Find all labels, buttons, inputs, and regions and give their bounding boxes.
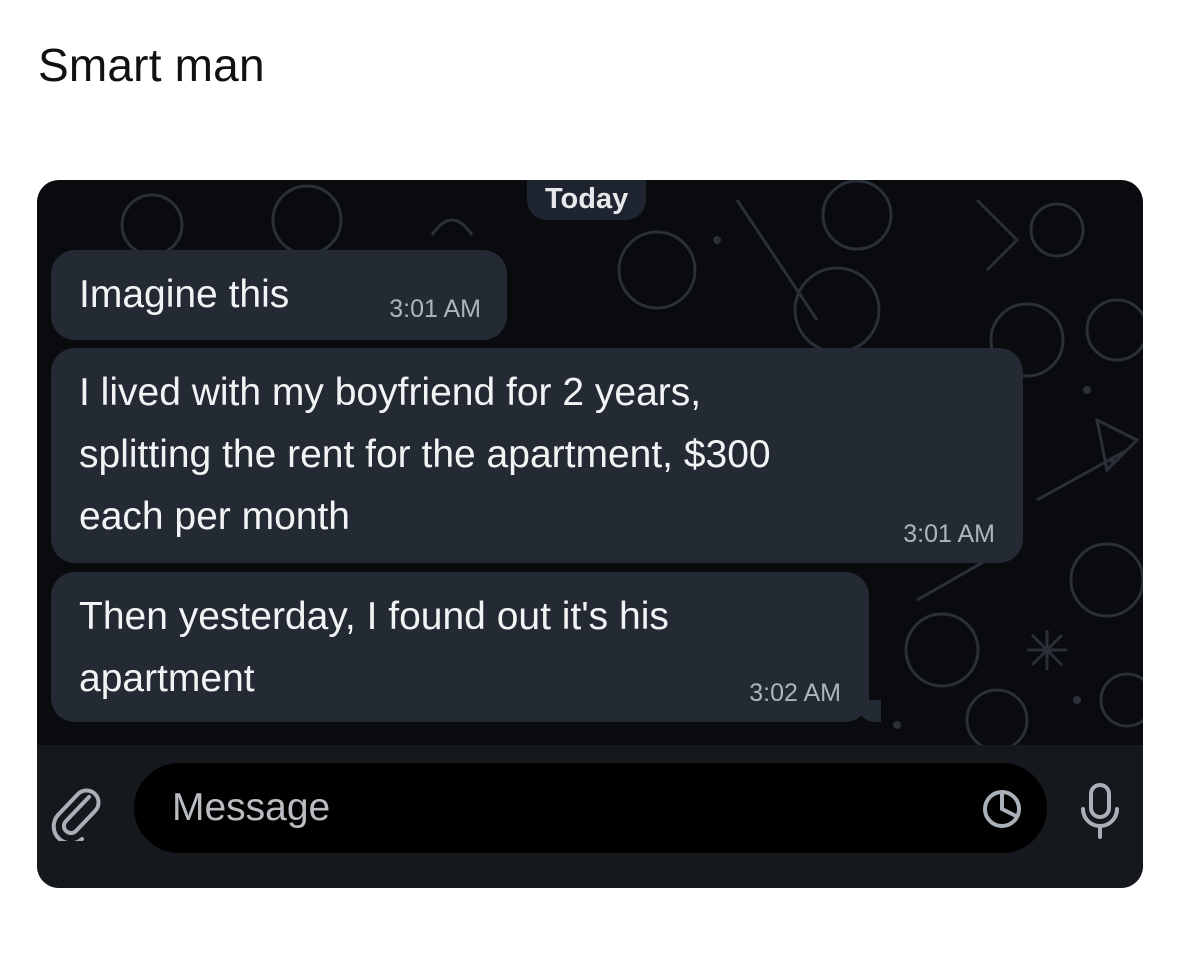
message-time: 3:01 AM [389,295,481,323]
message-bubble[interactable]: I lived with my boyfriend for 2 years, s… [51,348,1023,563]
message-bubble[interactable]: Then yesterday, I found out it's his apa… [51,572,881,722]
message-time: 3:01 AM [903,520,995,548]
sticker-icon[interactable] [982,789,1022,829]
chat-window: Today Imagine this 3:01 AM I lived with … [37,180,1143,888]
paperclip-icon[interactable] [49,781,101,841]
message-time: 3:02 AM [749,679,841,707]
microphone-icon[interactable] [1077,781,1123,841]
post-caption: Smart man [38,39,265,91]
message-bubble[interactable]: Imagine this 3:01 AM [51,250,507,340]
message-composer [37,745,1143,888]
date-divider: Today [527,180,647,220]
message-text: Imagine this [79,273,290,316]
message-text: I lived with my boyfriend for 2 years, s… [79,371,771,538]
message-input[interactable] [134,763,1047,853]
